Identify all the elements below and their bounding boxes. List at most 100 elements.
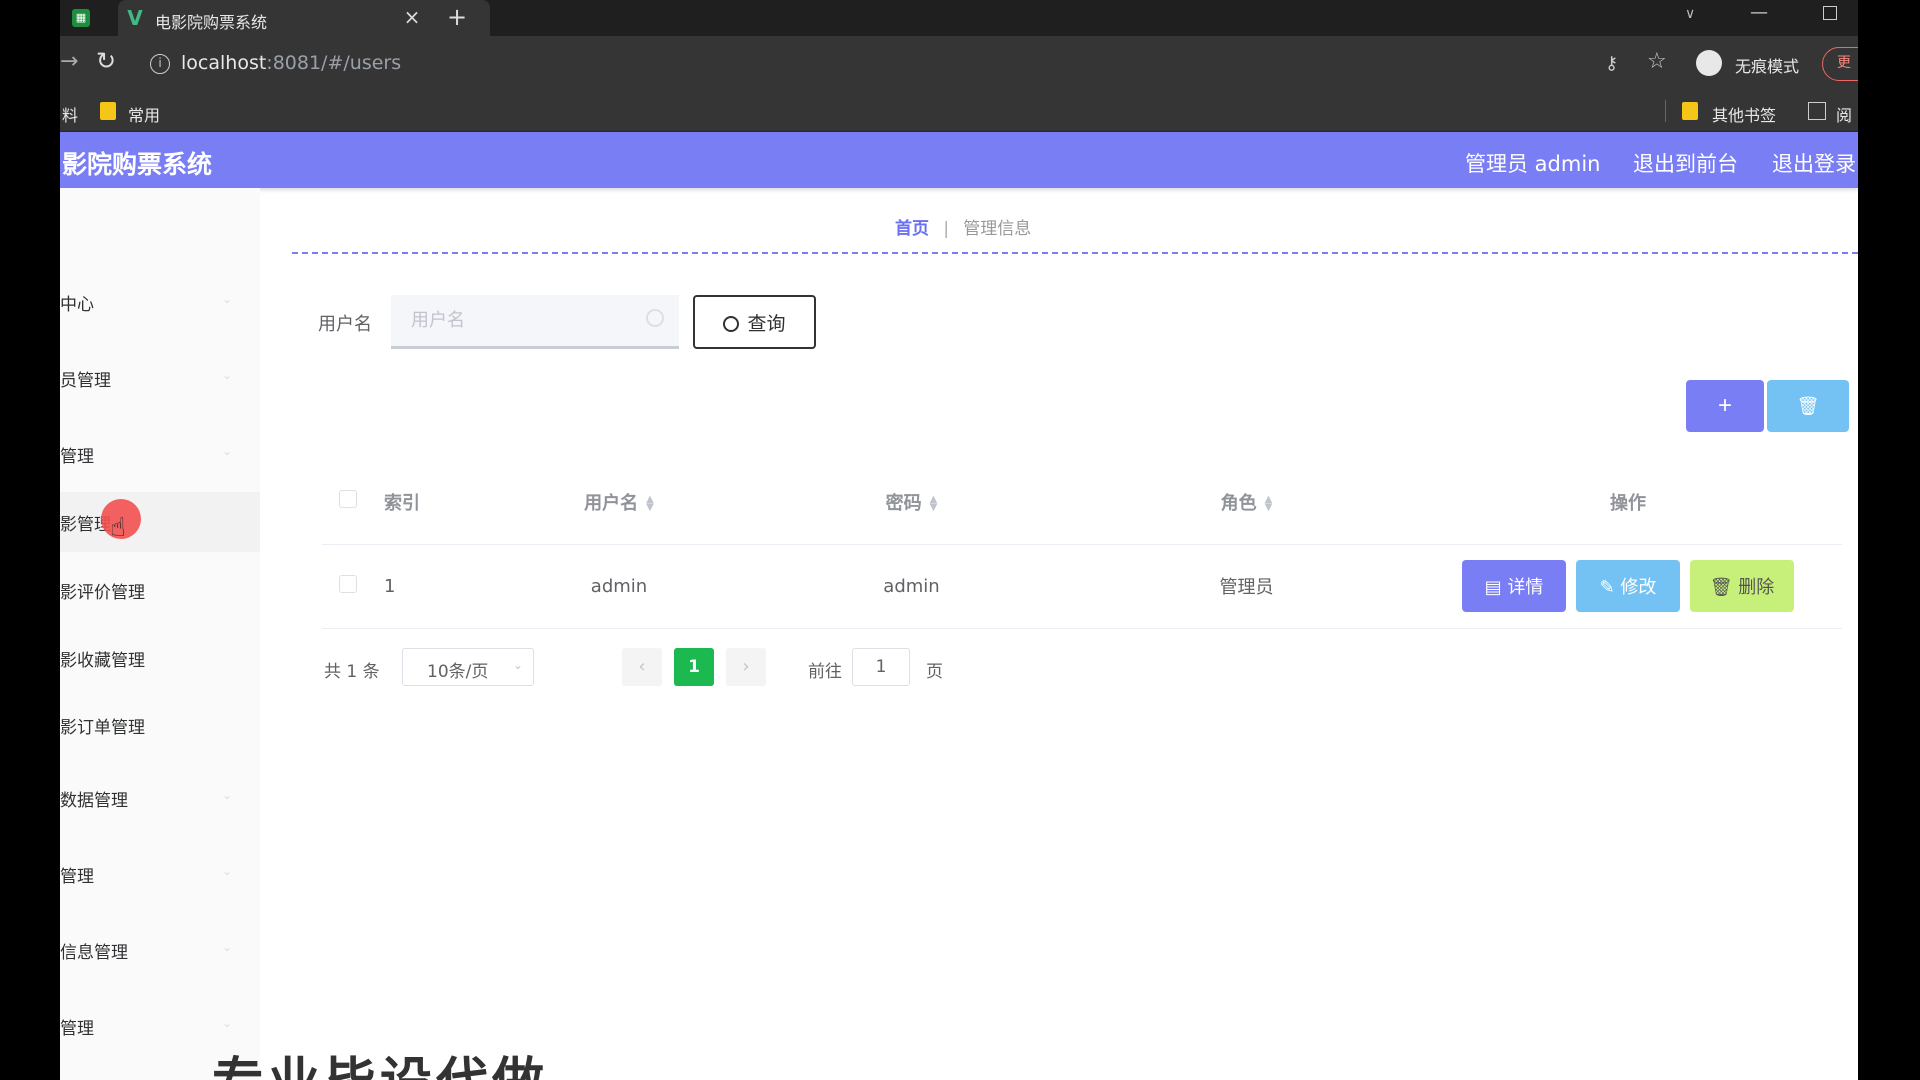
search-label: 用户名 — [318, 314, 372, 335]
sidebar-item-manage-2[interactable]: 管理 ⌄ — [60, 844, 260, 904]
url-host: localhost — [181, 52, 267, 74]
sidebar-item-label: 数据管理 — [60, 791, 128, 811]
header-username: 用户名 — [584, 492, 639, 514]
sidebar-item-review[interactable]: 影评价管理 — [60, 560, 260, 620]
app-header: 影院购票系统 管理员 admin 退出到前台 退出登录 — [60, 132, 1858, 188]
sidebar-item-center[interactable]: 中心 ⌄ — [60, 272, 260, 332]
page-number-current[interactable]: 1 — [674, 648, 714, 686]
header-password: 密码 — [885, 492, 922, 514]
sidebar-item-movie[interactable]: 影管理 — [60, 492, 260, 552]
bookmark-common[interactable]: 常用 — [128, 102, 160, 126]
sidebar-item-label: 管理 — [60, 447, 94, 467]
sheets-app-icon[interactable]: ▦ — [72, 9, 90, 27]
row-checkbox[interactable] — [339, 574, 357, 593]
sidebar-item-favorite[interactable]: 影收藏管理 — [60, 628, 260, 688]
incognito-label: 无痕模式 — [1735, 57, 1800, 76]
logout-link[interactable]: 退出登录 — [1772, 148, 1856, 178]
incognito-icon[interactable] — [1696, 50, 1722, 76]
new-tab-icon[interactable]: + — [443, 4, 471, 32]
users-table: 索引 用户名 ▲ ▼ 密码 ▲ ▼ 角色 ▲ ▼ 操作 1 admin admin 管理员 … — [322, 460, 1842, 629]
query-button[interactable]: 查询 — [693, 295, 816, 349]
bookmark-separator — [1665, 100, 1666, 122]
chevron-down-icon: ⌄ — [222, 368, 233, 382]
table-row: 1 admin admin 管理员 ▤ 详情 ✎ 修改 🗑 删除 — [322, 544, 1842, 629]
search-icon — [646, 309, 664, 327]
folder-icon — [1682, 102, 1698, 120]
chevron-down-icon: ⌄ — [222, 864, 233, 878]
select-all-checkbox[interactable] — [339, 490, 357, 509]
url-path: :8081/#/users — [266, 52, 402, 74]
sidebar-item-manage[interactable]: 管理 ⌄ — [60, 424, 260, 484]
update-button[interactable]: 更 — [1822, 47, 1858, 81]
breadcrumb-home[interactable]: 首页 — [895, 219, 929, 239]
reader-label[interactable]: 阅 — [1836, 102, 1852, 126]
hand-cursor-icon: ☝ — [110, 513, 126, 543]
sidebar-item-order[interactable]: 影订单管理 — [60, 695, 260, 755]
sidebar-item-label: 员管理 — [60, 371, 111, 391]
admin-label: 管理员 admin — [1465, 152, 1601, 176]
bookmark-other[interactable]: 其他书签 — [1712, 102, 1776, 126]
query-button-label: 查询 — [747, 312, 786, 335]
cell-password: admin — [744, 544, 1079, 629]
cell-role: 管理员 — [1079, 544, 1414, 629]
url-field[interactable]: localhost:8081/#/users — [181, 52, 401, 74]
select-all-cell — [322, 460, 374, 545]
chevron-down-icon: ⌄ — [222, 1016, 233, 1030]
table-header-row: 索引 用户名 ▲ ▼ 密码 ▲ ▼ 角色 ▲ ▼ 操作 — [322, 460, 1842, 545]
chevron-down-icon: ⌄ — [222, 292, 233, 306]
sidebar-item-label: 中心 — [60, 295, 94, 315]
header-username-cell[interactable]: 用户名 ▲ ▼ — [494, 460, 744, 545]
detail-button-label: 详情 — [1507, 577, 1544, 598]
header-password-cell[interactable]: 密码 ▲ ▼ — [744, 460, 1079, 545]
sidebar-item-label: 影订单管理 — [60, 718, 145, 738]
cell-index: 1 — [374, 544, 494, 629]
page-unit-label: 页 — [926, 662, 943, 682]
forward-icon[interactable]: → — [60, 49, 78, 74]
sort-icon[interactable]: ▲ ▼ — [646, 494, 654, 512]
chevron-down-icon: ⌄ — [512, 658, 523, 672]
edit-button-label: 修改 — [1620, 577, 1657, 598]
sidebar: 中心 ⌄ 员管理 ⌄ 管理 ⌄ 影管理 影评价管理 影收藏管理 影订单管理 数据管理 ⌄… — [60, 188, 260, 1080]
delete-button[interactable]: 🗑 删除 — [1690, 560, 1794, 612]
sort-icon[interactable]: ▲ ▼ — [1265, 494, 1273, 512]
sidebar-item-info[interactable]: 信息管理 ⌄ — [60, 920, 260, 980]
header-index: 索引 — [374, 460, 494, 545]
page-size-select[interactable]: 10条/页 ⌄ — [402, 648, 534, 686]
chevron-down-icon: ⌄ — [222, 788, 233, 802]
add-button[interactable]: + — [1686, 380, 1764, 432]
header-role-cell[interactable]: 角色 ▲ ▼ — [1079, 460, 1414, 545]
tab-close-icon[interactable]: × — [400, 5, 424, 29]
watermark-overlay: 专业毕设代做 — [212, 1040, 548, 1080]
minimize-icon[interactable]: — — [1750, 2, 1768, 23]
prev-page-button[interactable]: ‹ — [622, 648, 662, 686]
sidebar-item-member[interactable]: 员管理 ⌄ — [60, 348, 260, 408]
username-search-input[interactable] — [391, 295, 679, 349]
reload-icon[interactable]: ↻ — [96, 47, 116, 75]
goto-page-input[interactable]: 1 — [852, 648, 910, 686]
divider — [292, 252, 1858, 254]
goto-label: 前往 — [808, 662, 842, 682]
delete-button-label: 删除 — [1738, 577, 1775, 598]
bookmark-cut[interactable]: 料 — [62, 102, 78, 126]
sort-icon[interactable]: ▲ ▼ — [930, 494, 938, 512]
breadcrumb-separator-icon: ❘ — [939, 219, 954, 239]
info-icon[interactable]: i — [150, 54, 170, 74]
search-icon — [723, 315, 740, 332]
pencil-icon: ✎ — [1599, 577, 1621, 598]
batch-delete-button[interactable]: 🗑 — [1767, 380, 1849, 432]
tab-strip: ▦ V 电影院购票系统 × + ∨ — — [60, 0, 1858, 36]
tab-title[interactable]: 电影院购票系统 — [155, 9, 267, 33]
back-to-front-link[interactable]: 退出到前台 — [1633, 148, 1738, 178]
edit-button[interactable]: ✎ 修改 — [1576, 560, 1680, 612]
restore-icon[interactable] — [1823, 6, 1837, 20]
detail-button[interactable]: ▤ 详情 — [1462, 560, 1566, 612]
next-page-button[interactable]: › — [726, 648, 766, 686]
sidebar-item-label: 管理 — [60, 1019, 94, 1039]
sidebar-item-data[interactable]: 数据管理 ⌄ — [60, 768, 260, 828]
star-icon[interactable]: ☆ — [1647, 49, 1667, 74]
reader-mode-icon[interactable] — [1808, 102, 1826, 120]
breadcrumb-current: 管理信息 — [963, 219, 1032, 239]
header-ops: 操作 — [1414, 460, 1842, 545]
chevron-down-icon[interactable]: ∨ — [1685, 6, 1695, 22]
key-icon[interactable]: ⚷ — [1605, 53, 1618, 74]
